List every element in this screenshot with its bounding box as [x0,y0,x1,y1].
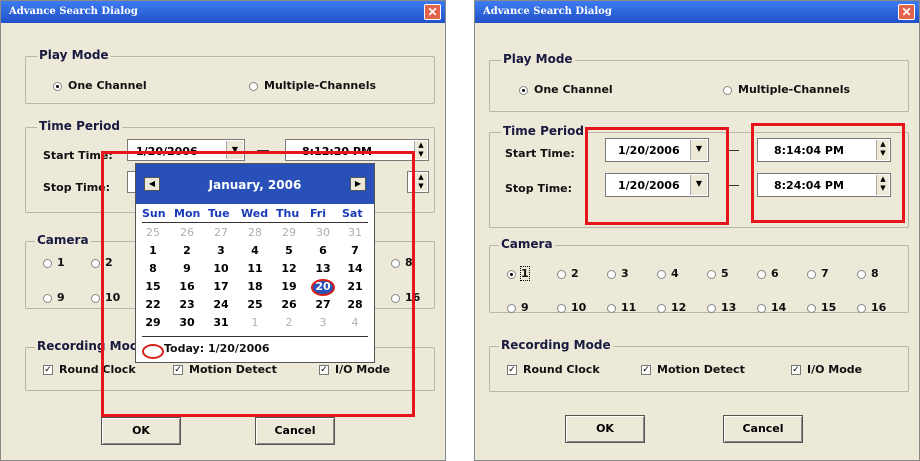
cancel-button[interactable]: Cancel [723,415,803,443]
round-clock-label: Round Clock [523,363,600,376]
camera-15-label: 15 [821,301,837,314]
recording-mode-title: Recording Mode [499,338,613,352]
time-spinner-icon[interactable]: ▲ ▼ [414,173,427,191]
camera-6-label: 6 [771,267,779,280]
motion-detect-checkbox[interactable]: ✓ [641,365,651,375]
left-dialog: Advance Search Dialog ✕ Play Mode One Ch… [0,0,446,461]
camera-2-label: 2 [571,267,579,280]
camera-16-label: 16 [871,301,887,314]
motion-detect-label: Motion Detect [657,363,745,376]
camera-1-radio[interactable] [507,270,516,279]
camera-10-radio[interactable] [557,304,566,313]
round-clock-checkbox[interactable]: ✓ [507,365,517,375]
camera-3-label: 3 [621,267,629,280]
dialog-title: Advance Search Dialog [483,6,612,17]
camera-5-radio[interactable] [707,270,716,279]
camera-4-label: 4 [671,267,679,280]
camera-7-label: 7 [821,267,829,280]
left-title-bar[interactable]: Advance Search Dialog ✕ [1,1,445,23]
camera-title: Camera [35,233,91,247]
one-channel-radio[interactable] [519,86,528,95]
camera-1-label: 1 [520,266,530,281]
camera-2-radio[interactable] [557,270,566,279]
camera-5-label: 5 [721,267,729,280]
date-highlight-box [585,127,729,225]
camera-9-radio[interactable] [43,294,52,303]
camera-14-radio[interactable] [757,304,766,313]
time-period-title: Time Period [501,124,586,138]
camera-3-radio[interactable] [607,270,616,279]
right-title-bar[interactable]: Advance Search Dialog ✕ [475,1,919,23]
one-channel-radio[interactable] [53,82,62,91]
camera-16-radio[interactable] [857,304,866,313]
camera-1-label: 1 [57,256,65,269]
camera-13-radio[interactable] [707,304,716,313]
io-mode-checkbox[interactable]: ✓ [791,365,801,375]
camera-12-radio[interactable] [657,304,666,313]
play-mode-title: Play Mode [37,48,111,62]
stop-time-label: Stop Time: [43,181,111,194]
dialog-title: Advance Search Dialog [9,6,138,17]
camera-8-radio[interactable] [857,270,866,279]
camera-7-radio[interactable] [807,270,816,279]
multiple-channels-label: Multiple-Channels [738,83,851,96]
time-highlight-box [751,123,905,223]
camera-1-radio[interactable] [43,259,52,268]
start-time-label: Start Time: [505,147,575,160]
right-dialog: Advance Search Dialog ✕ Play Mode One Ch… [474,0,920,461]
camera-11-label: 11 [621,301,637,314]
close-button[interactable]: ✕ [898,4,915,20]
camera-13-label: 13 [721,301,737,314]
ok-button[interactable]: OK [565,415,645,443]
camera-8-label: 8 [871,267,879,280]
camera-11-radio[interactable] [607,304,616,313]
camera-9-label: 9 [57,291,65,304]
time-spinner-icon[interactable]: ▲ ▼ [414,141,427,159]
cancel-button[interactable]: Cancel [255,417,335,445]
camera-9-label: 9 [521,301,529,314]
close-button[interactable]: ✕ [424,4,441,20]
play-mode-title: Play Mode [501,52,575,66]
camera-4-radio[interactable] [657,270,666,279]
ok-button[interactable]: OK [101,417,181,445]
camera-10-label: 10 [571,301,587,314]
round-clock-checkbox[interactable]: ✓ [43,365,53,375]
camera-2-radio[interactable] [91,259,100,268]
time-period-title: Time Period [37,119,122,133]
highlight-box [101,151,415,417]
camera-14-label: 14 [771,301,787,314]
camera-9-radio[interactable] [507,304,516,313]
one-channel-label: One Channel [534,83,613,96]
stop-time-label: Stop Time: [505,182,573,195]
camera-12-label: 12 [671,301,687,314]
multiple-channels-radio[interactable] [723,86,732,95]
camera-title: Camera [499,237,555,251]
io-mode-label: I/O Mode [807,363,863,376]
camera-6-radio[interactable] [757,270,766,279]
one-channel-label: One Channel [68,79,147,92]
multiple-channels-radio[interactable] [249,82,258,91]
camera-group [489,245,909,313]
multiple-channels-label: Multiple-Channels [264,79,377,92]
camera-15-radio[interactable] [807,304,816,313]
camera-10-radio[interactable] [91,294,100,303]
